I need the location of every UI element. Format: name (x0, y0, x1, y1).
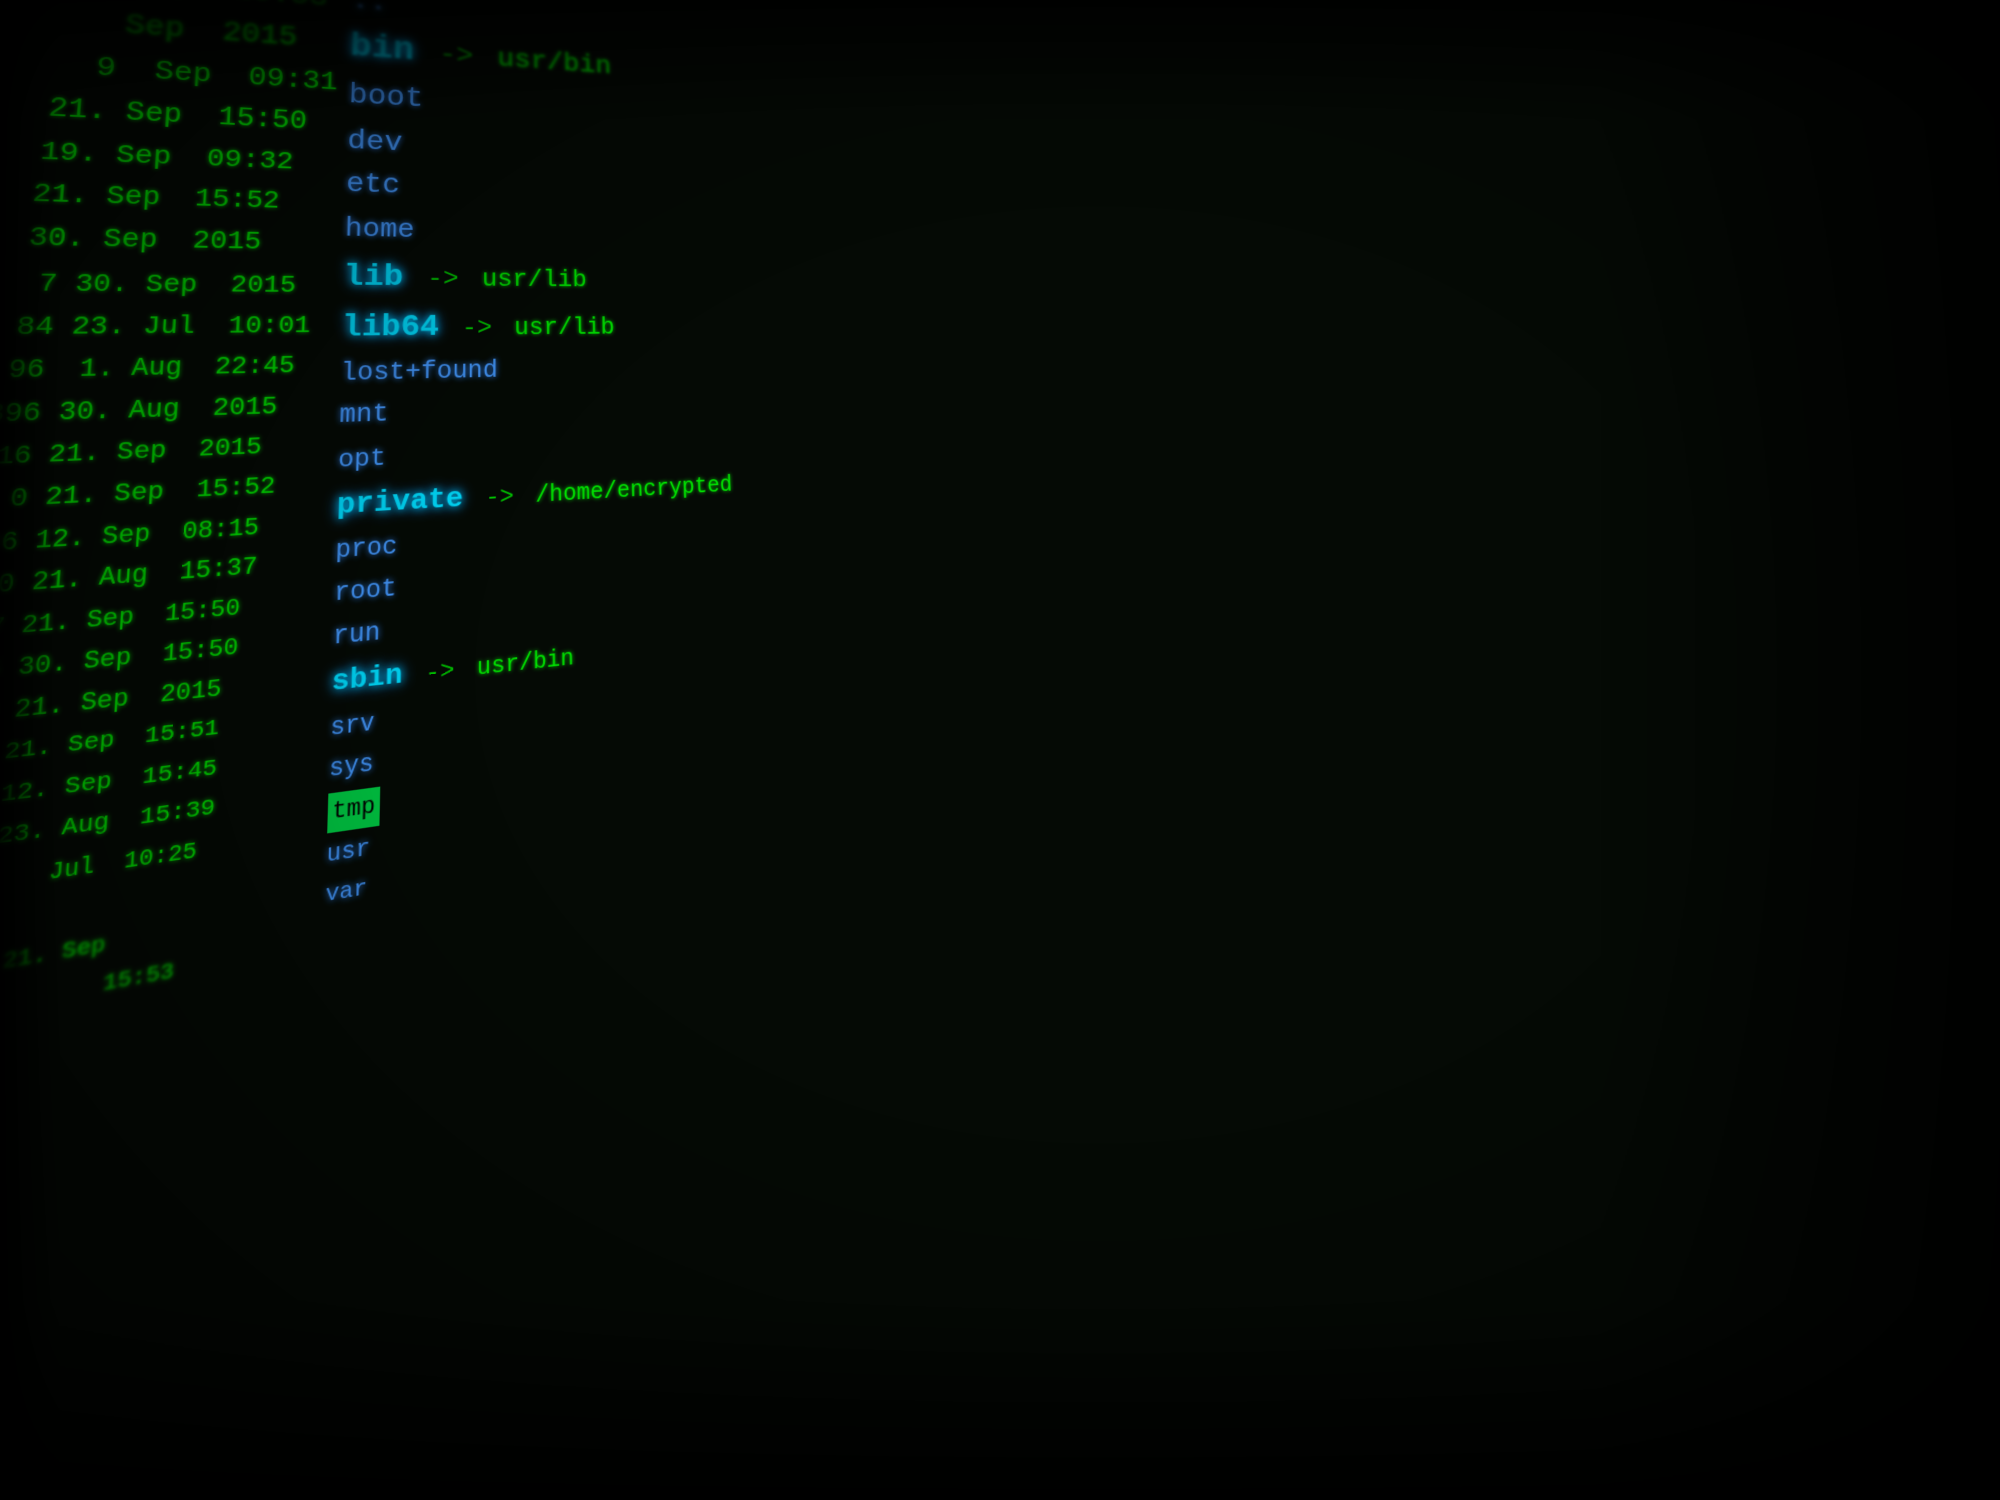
list-item: lib64 -> usr/lib (341, 304, 1066, 352)
list-item: 84 23. Jul 10:01 (0, 307, 343, 349)
right-fade (1600, 0, 2000, 1500)
list-item: 30. Sep 2015 (0, 217, 345, 265)
left-column: Sep 15:53 Sep 2015 9 Sep 09:31 21. Sep 1… (0, 0, 352, 1058)
terminal-screen: Sep 15:53 Sep 2015 9 Sep 09:31 21. Sep 1… (0, 0, 2000, 1500)
terminal-content: Sep 15:53 Sep 2015 9 Sep 09:31 21. Sep 1… (0, 0, 1090, 48)
list-item: 7 30. Sep 2015 (0, 262, 344, 304)
right-column: .. bin -> usr/bin boot dev etc home lib … (325, 0, 1113, 919)
bottom-fade (0, 1300, 2000, 1500)
list-item: 96 1. Aug 22:45 (0, 347, 341, 393)
list-item: lib -> usr/lib (343, 253, 1063, 303)
